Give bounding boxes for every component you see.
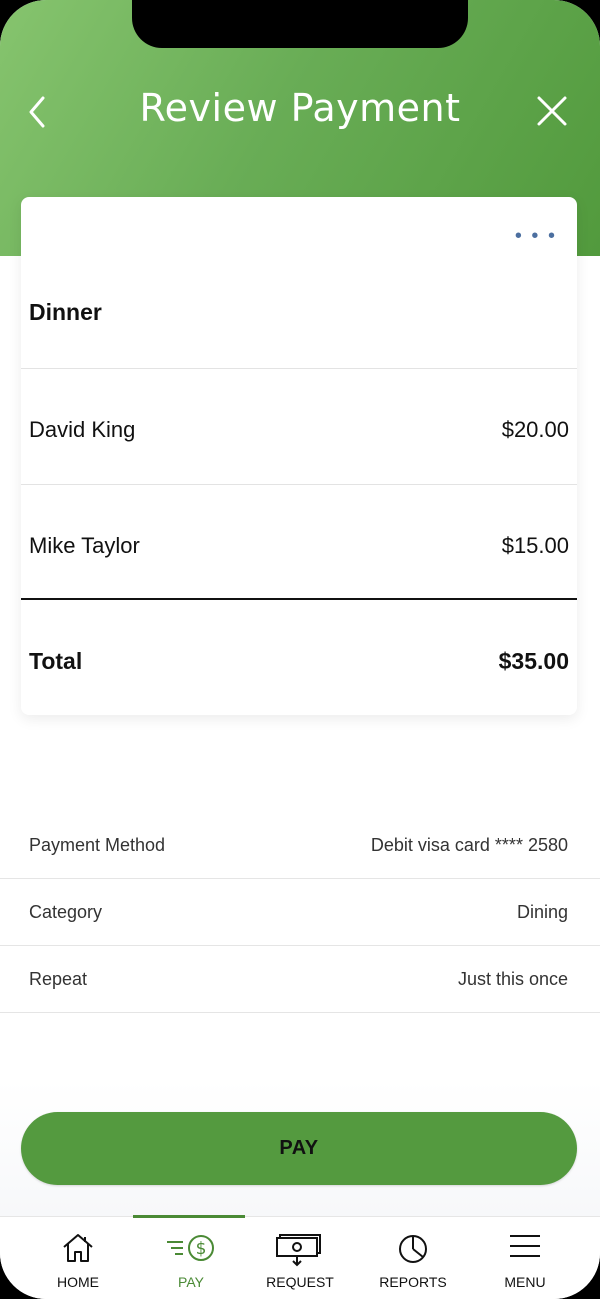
device-notch — [132, 0, 468, 48]
tab-home[interactable]: HOME — [22, 1217, 134, 1299]
repeat-value: Just this once — [457, 969, 568, 989]
close-icon — [537, 96, 567, 126]
reports-icon — [399, 1235, 427, 1263]
category-row[interactable]: Category Dining — [0, 879, 600, 946]
payment-details: Payment Method Debit visa card **** 2580… — [0, 812, 600, 1013]
category-value: Dining — [516, 902, 568, 922]
total-label: Total — [29, 648, 83, 674]
phone-screen: Review Payment • • • Dinner David King $… — [0, 0, 600, 1299]
total-amount: $35.00 — [498, 648, 569, 674]
more-options-icon[interactable]: • • • — [515, 226, 557, 246]
payee-name: Mike Taylor — [29, 533, 140, 558]
page-title: Review Payment — [139, 86, 461, 130]
bottom-tab-bar: HOME $ PAY REQUEST REPORTS MENU — [0, 1215, 600, 1299]
tab-menu[interactable]: MENU — [469, 1217, 581, 1299]
tab-label: REPORTS — [379, 1274, 447, 1290]
pay-icon: $ — [167, 1235, 214, 1261]
home-icon — [63, 1234, 93, 1262]
tab-reports[interactable]: REPORTS — [357, 1217, 469, 1299]
payment-summary-card: • • • Dinner David King $20.00 Mike Tayl… — [21, 197, 577, 715]
payment-method-row[interactable]: Payment Method Debit visa card **** 2580 — [0, 812, 600, 879]
list-item: David King $20.00 — [21, 369, 577, 484]
tab-pay[interactable]: $ PAY — [135, 1217, 247, 1299]
tab-request[interactable]: REQUEST — [244, 1217, 356, 1299]
tab-label: PAY — [178, 1274, 204, 1290]
repeat-label: Repeat — [29, 969, 88, 989]
payment-method-value: Debit visa card **** 2580 — [370, 835, 568, 855]
tab-label: REQUEST — [266, 1274, 334, 1290]
list-item: Mike Taylor $15.00 — [21, 485, 577, 600]
repeat-row[interactable]: Repeat Just this once — [0, 946, 600, 1013]
tab-label: MENU — [504, 1274, 546, 1290]
payment-title: Dinner — [29, 299, 102, 325]
category-label: Category — [29, 902, 103, 922]
payee-amount: $20.00 — [501, 417, 569, 442]
payment-method-label: Payment Method — [29, 835, 166, 855]
close-button[interactable] — [536, 95, 568, 127]
total-row: Total $35.00 — [21, 600, 577, 715]
menu-icon — [510, 1235, 540, 1257]
svg-text:$: $ — [196, 1239, 207, 1259]
payee-name: David King — [29, 417, 136, 442]
tab-label: HOME — [57, 1274, 99, 1290]
request-icon — [276, 1234, 321, 1267]
pay-button[interactable]: PAY — [21, 1112, 577, 1185]
payee-amount: $15.00 — [501, 533, 569, 558]
